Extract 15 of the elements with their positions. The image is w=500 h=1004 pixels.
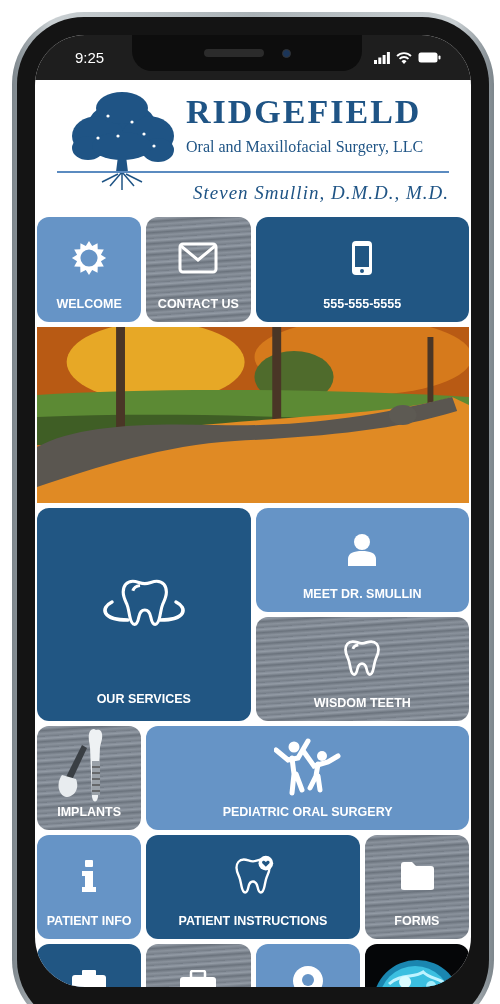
status-time: 9:25	[75, 48, 105, 69]
menu-tile[interactable]: WISDOM TEETH	[255, 617, 469, 721]
menu-tile[interactable]: WELCOME	[37, 217, 142, 322]
menu-tile[interactable]: IMPLANTS	[37, 726, 142, 830]
menu-tile[interactable]: MEET DR. SMULLIN	[255, 508, 469, 612]
clinic-name: RIDGEFIELD	[186, 95, 423, 129]
menu-tile[interactable]: 555-555-5555	[255, 217, 469, 322]
clinic-subtitle: Oral and Maxillofacial Surgery, LLC	[186, 139, 424, 155]
menu-tile[interactable]: PATIENT INSTRUCTIONS	[146, 835, 360, 939]
menu-tile[interactable]: CONTACT US	[146, 217, 251, 322]
doctor-name: Steven Smullin, D.M.D., M.D.	[193, 181, 449, 205]
menu-tile[interactable]: PEDIATRIC ORAL SURGERY	[146, 726, 469, 830]
menu-tile[interactable]: OUR SERVICES	[37, 508, 251, 721]
menu-tile[interactable]: PATIENT INFO	[37, 835, 142, 939]
menu-tile[interactable]: FORMS	[364, 835, 469, 939]
